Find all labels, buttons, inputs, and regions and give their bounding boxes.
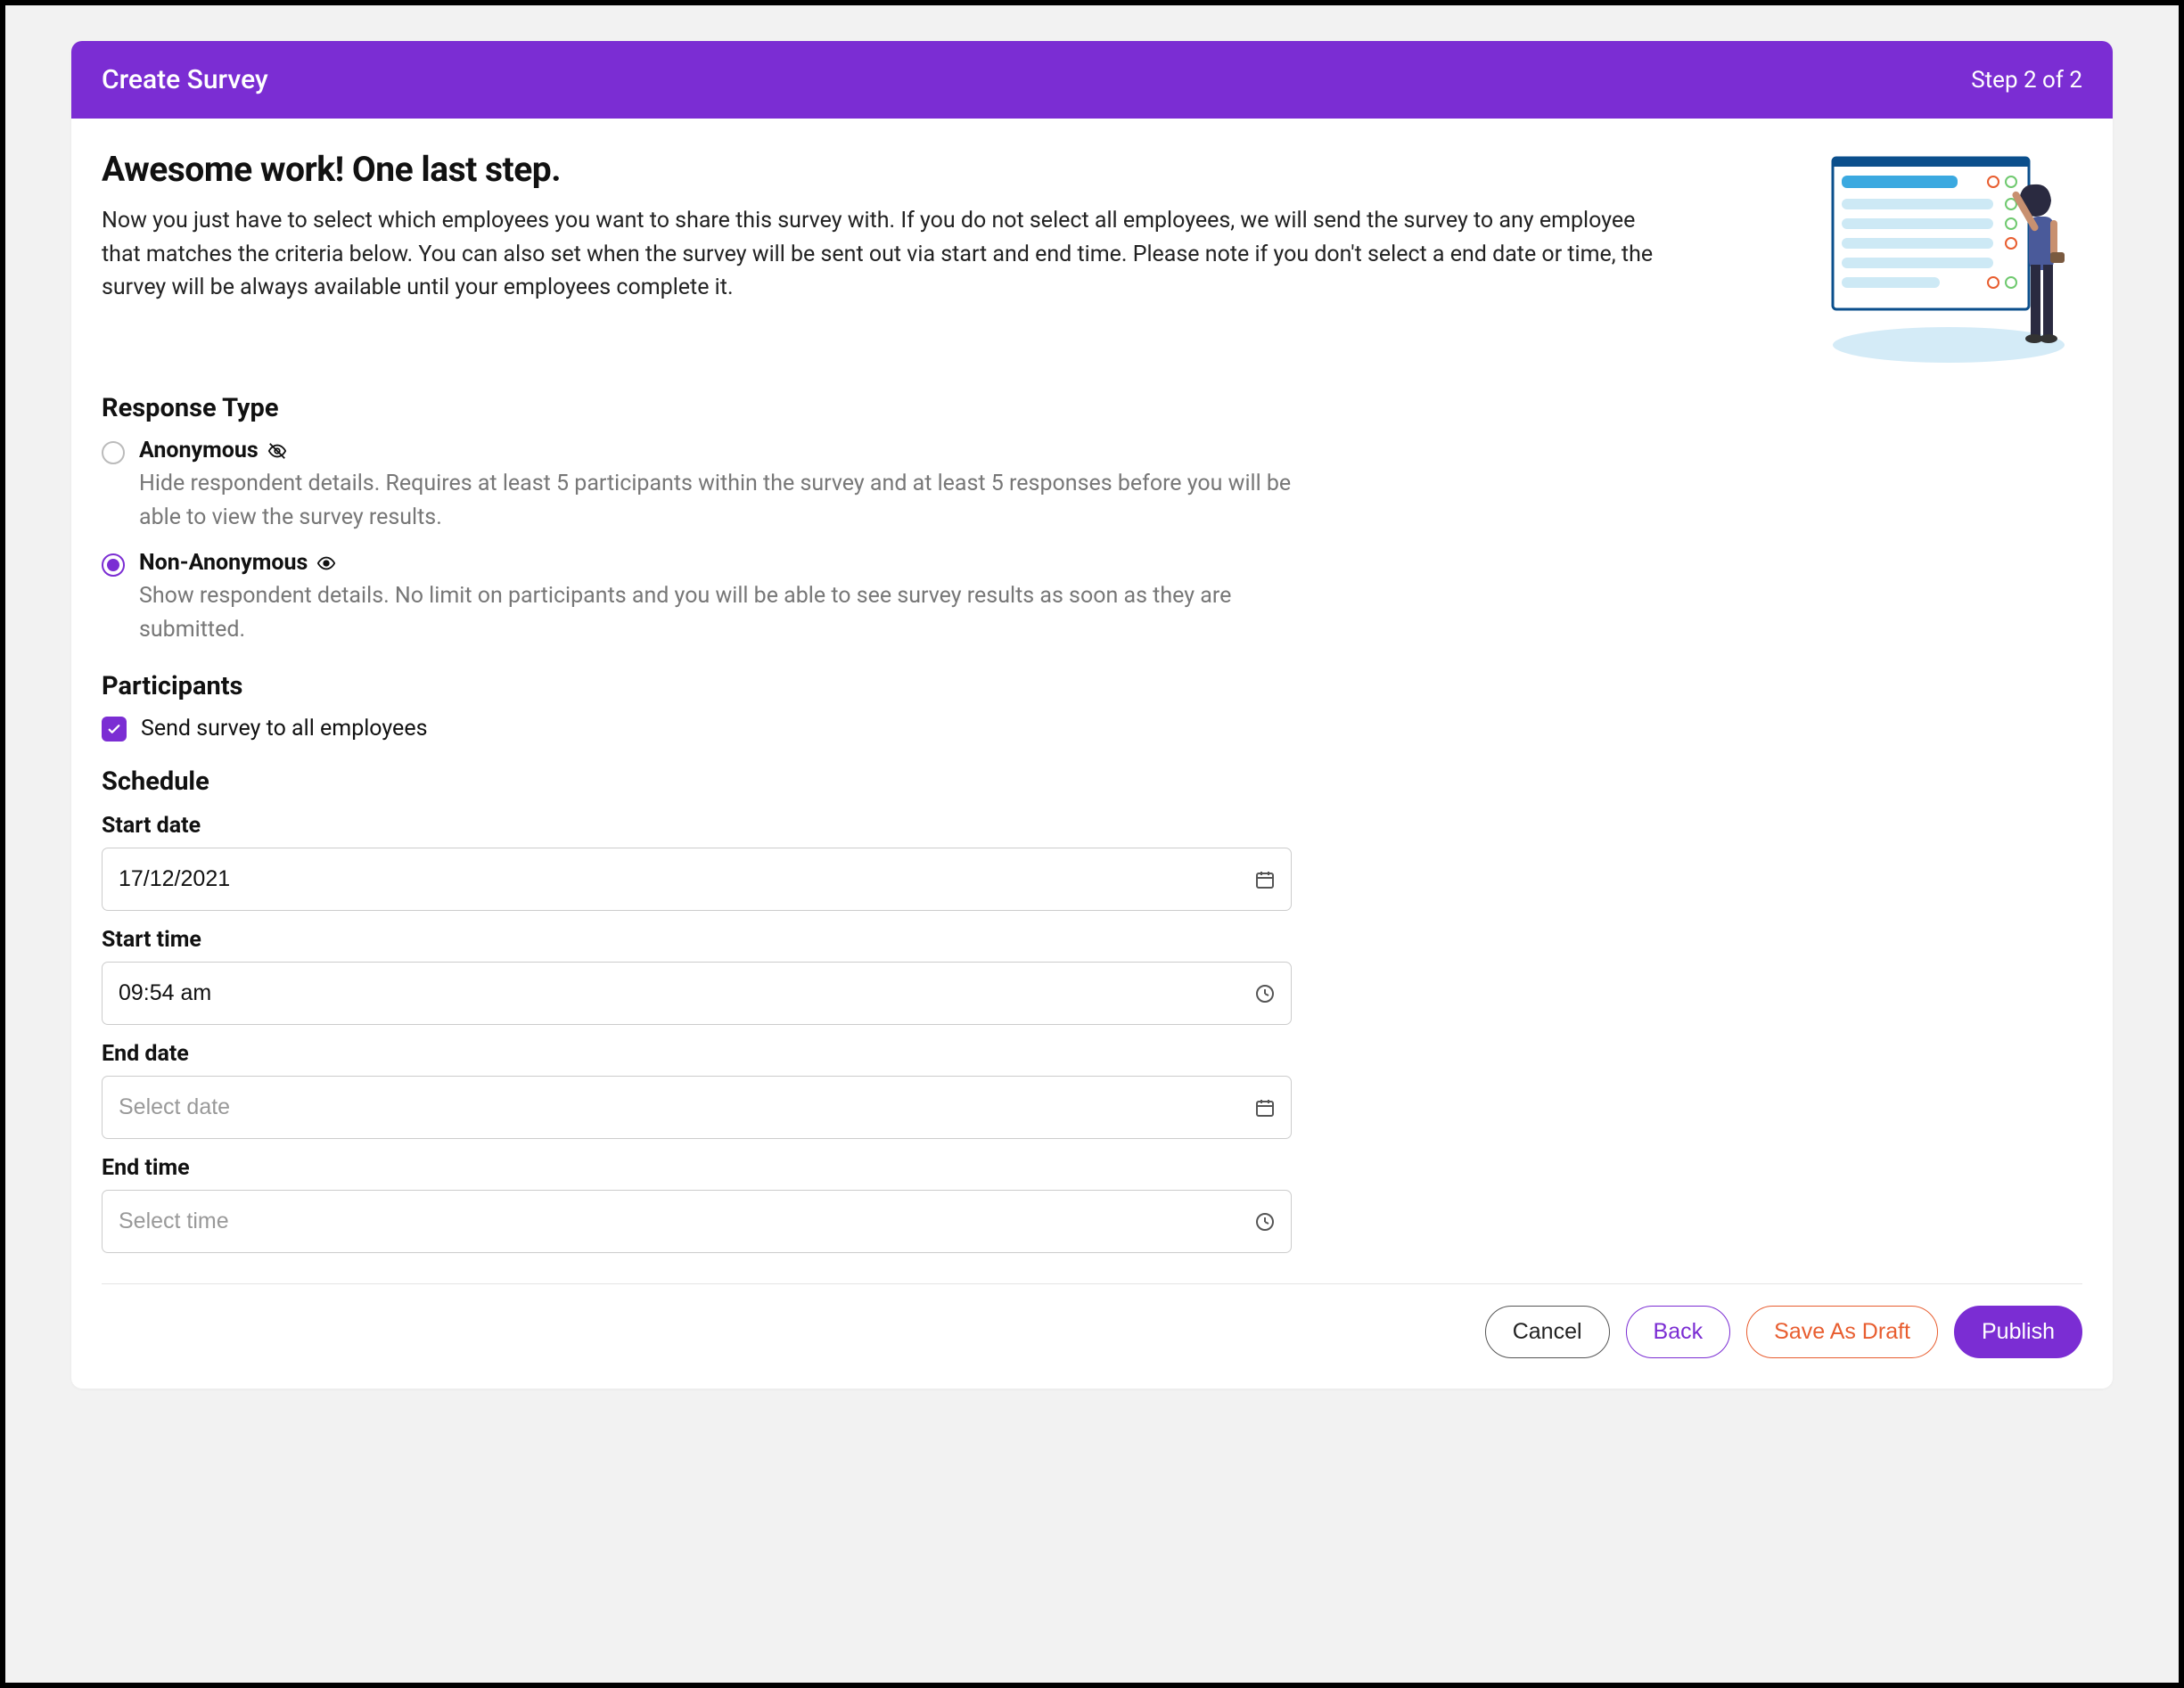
check-icon (106, 721, 122, 737)
end-date-input[interactable] (102, 1076, 1292, 1139)
radio-non-anonymous-label-row: Non-Anonymous (139, 550, 1296, 576)
save-draft-button[interactable]: Save As Draft (1746, 1306, 1938, 1358)
radio-anonymous-input[interactable] (102, 441, 125, 464)
survey-card: Create Survey Step 2 of 2 Awesome work! … (71, 41, 2113, 1389)
radio-non-anonymous-desc: Show respondent details. No limit on par… (139, 579, 1296, 646)
radio-non-anonymous[interactable]: Non-Anonymous Show respondent details. N… (102, 550, 1296, 646)
calendar-icon[interactable] (1254, 1097, 1276, 1119)
end-time-wrap (102, 1190, 1292, 1253)
radio-non-anonymous-input[interactable] (102, 553, 125, 577)
start-time-wrap (102, 962, 1292, 1025)
response-type-title: Response Type (102, 393, 2082, 423)
radio-anonymous-label-row: Anonymous (139, 438, 1296, 463)
eye-icon (316, 553, 336, 573)
calendar-icon[interactable] (1254, 869, 1276, 890)
intro-heading: Awesome work! One last step. (102, 149, 1797, 190)
start-date-wrap (102, 848, 1292, 911)
radio-non-anonymous-content: Non-Anonymous Show respondent details. N… (139, 550, 1296, 646)
radio-non-anonymous-label: Non-Anonymous (139, 550, 308, 576)
intro-text: Awesome work! One last step. Now you jus… (102, 149, 1797, 305)
clock-icon[interactable] (1254, 1211, 1276, 1233)
start-time-input[interactable] (102, 962, 1292, 1025)
page-body: Awesome work! One last step. Now you jus… (71, 119, 2113, 1389)
step-indicator: Step 2 of 2 (1971, 67, 2082, 94)
clock-icon[interactable] (1254, 983, 1276, 1004)
back-button[interactable]: Back (1626, 1306, 1731, 1358)
survey-illustration (1815, 149, 2082, 366)
footer-divider (102, 1283, 2082, 1284)
cancel-button[interactable]: Cancel (1485, 1306, 1610, 1358)
all-employees-row[interactable]: Send survey to all employees (102, 716, 2082, 742)
eye-off-icon (267, 441, 287, 461)
radio-anonymous-desc: Hide respondent details. Requires at lea… (139, 467, 1296, 534)
radio-anonymous-content: Anonymous Hide respondent details. Requi… (139, 438, 1296, 534)
end-date-label: End date (102, 1041, 2082, 1067)
participants-title: Participants (102, 671, 2082, 701)
end-time-label: End time (102, 1155, 2082, 1181)
radio-anonymous-label: Anonymous (139, 438, 259, 463)
start-date-label: Start date (102, 813, 2082, 839)
all-employees-checkbox[interactable] (102, 717, 127, 742)
end-time-input[interactable] (102, 1190, 1292, 1253)
all-employees-label: Send survey to all employees (141, 716, 427, 742)
end-date-wrap (102, 1076, 1292, 1139)
radio-anonymous[interactable]: Anonymous Hide respondent details. Requi… (102, 438, 1296, 534)
start-date-input[interactable] (102, 848, 1292, 911)
intro-row: Awesome work! One last step. Now you jus… (102, 149, 2082, 366)
publish-button[interactable]: Publish (1954, 1306, 2082, 1358)
start-time-label: Start time (102, 927, 2082, 953)
schedule-title: Schedule (102, 766, 2082, 797)
page-title: Create Survey (102, 64, 268, 95)
intro-body: Now you just have to select which employ… (102, 204, 1671, 305)
footer-buttons: Cancel Back Save As Draft Publish (102, 1306, 2082, 1367)
page-header: Create Survey Step 2 of 2 (71, 41, 2113, 119)
